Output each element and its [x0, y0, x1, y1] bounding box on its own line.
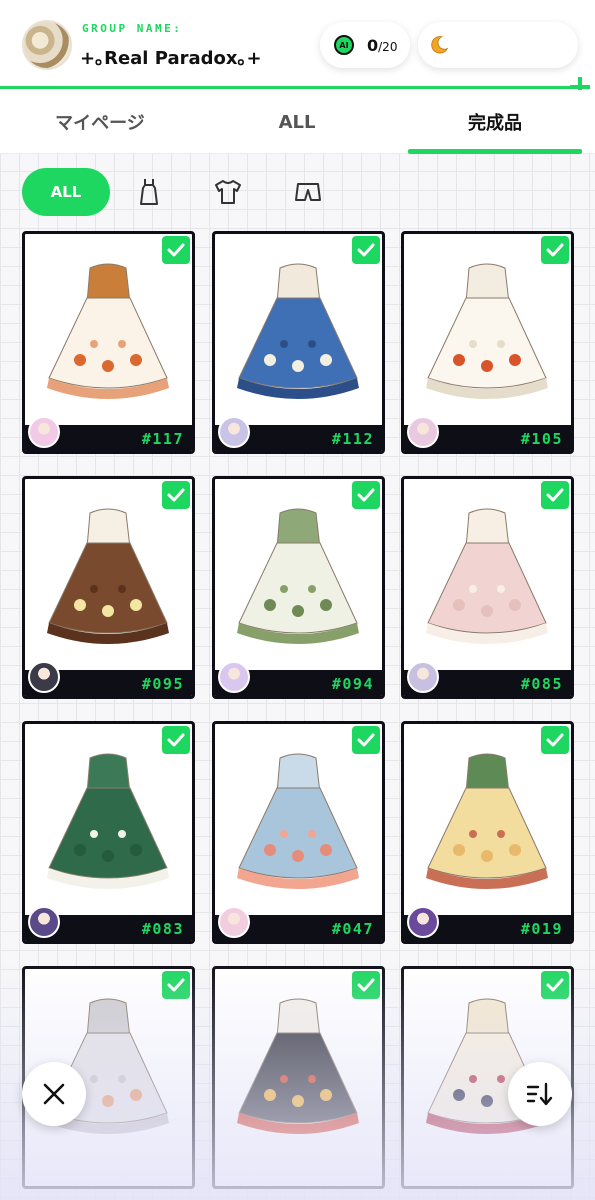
shorts-icon[interactable] [292, 176, 324, 208]
outfit-illustration [237, 263, 359, 399]
checked-icon[interactable] [352, 236, 380, 264]
outfit-illustration [426, 508, 548, 644]
outfit-illustration [237, 508, 359, 644]
checked-icon[interactable] [352, 971, 380, 999]
outfit-card[interactable]: #117 [22, 231, 195, 454]
checked-icon[interactable] [541, 971, 569, 999]
outfit-illustration [426, 263, 548, 399]
checked-icon[interactable] [162, 726, 190, 754]
checked-icon[interactable] [352, 726, 380, 754]
outfit-illustration [426, 753, 548, 889]
crescent-moon-icon [431, 36, 449, 54]
card-number: #085 [520, 675, 563, 693]
card-number: #117 [141, 430, 184, 448]
tab-completed[interactable]: 完成品 [405, 90, 585, 154]
creator-avatar [407, 661, 439, 693]
outfit-card[interactable]: #095 [22, 476, 195, 699]
outfit-illustration [47, 263, 169, 399]
creator-avatar [407, 416, 439, 448]
creator-avatar [218, 416, 250, 448]
outfit-illustration [47, 508, 169, 644]
outfit-card[interactable]: #083 [22, 721, 195, 944]
tab-mypage[interactable]: マイページ [10, 90, 190, 154]
ai-credit-count: 0/20 [367, 35, 398, 55]
checked-icon[interactable] [541, 726, 569, 754]
outfit-illustration [47, 753, 169, 889]
card-number: #105 [520, 430, 563, 448]
creator-avatar [28, 661, 60, 693]
app-header: GROUP NAME: +｡Real Paradox｡+ AI 0/20 [0, 0, 595, 97]
outfit-card[interactable] [212, 966, 385, 1189]
checked-icon[interactable] [162, 236, 190, 264]
sort-button[interactable] [508, 1062, 572, 1126]
close-button[interactable] [22, 1062, 86, 1126]
shirt-icon[interactable] [212, 176, 244, 208]
checked-icon[interactable] [352, 481, 380, 509]
card-number: #095 [141, 675, 184, 693]
checked-icon[interactable] [541, 481, 569, 509]
tab-all[interactable]: ALL [207, 90, 387, 154]
card-number: #047 [331, 920, 374, 938]
ai-credits-pill[interactable]: AI 0/20 [320, 22, 410, 68]
group-name: +｡Real Paradox｡+ [80, 48, 262, 69]
filter-all-button[interactable]: ALL [22, 168, 110, 216]
card-number: #094 [331, 675, 374, 693]
tab-bar: マイページ ALL 完成品 [0, 90, 595, 154]
outfit-card[interactable]: #085 [401, 476, 574, 699]
sort-icon [526, 1082, 553, 1106]
card-number: #112 [331, 430, 374, 448]
creator-avatar [218, 661, 250, 693]
outfit-illustration [237, 998, 359, 1134]
creator-avatar [28, 906, 60, 938]
group-label: GROUP NAME: [82, 22, 183, 35]
header-divider [0, 86, 580, 89]
outfit-card[interactable]: #105 [401, 231, 574, 454]
ai-coin-icon: AI [334, 35, 354, 55]
checked-icon[interactable] [162, 971, 190, 999]
outfit-card[interactable]: #112 [212, 231, 385, 454]
active-tab-indicator [408, 149, 582, 154]
outfit-card[interactable]: #094 [212, 476, 385, 699]
group-avatar[interactable] [22, 20, 72, 70]
dress-icon[interactable] [133, 176, 165, 208]
creator-avatar [407, 906, 439, 938]
creator-avatar [218, 906, 250, 938]
moon-currency-pill[interactable] [418, 22, 578, 68]
checked-icon[interactable] [541, 236, 569, 264]
outfit-card[interactable]: #047 [212, 721, 385, 944]
card-number: #083 [141, 920, 184, 938]
close-icon [43, 1083, 65, 1105]
creator-avatar [28, 416, 60, 448]
outfit-illustration [237, 753, 359, 889]
checked-icon[interactable] [162, 481, 190, 509]
card-number: #019 [520, 920, 563, 938]
outfit-card[interactable]: #019 [401, 721, 574, 944]
